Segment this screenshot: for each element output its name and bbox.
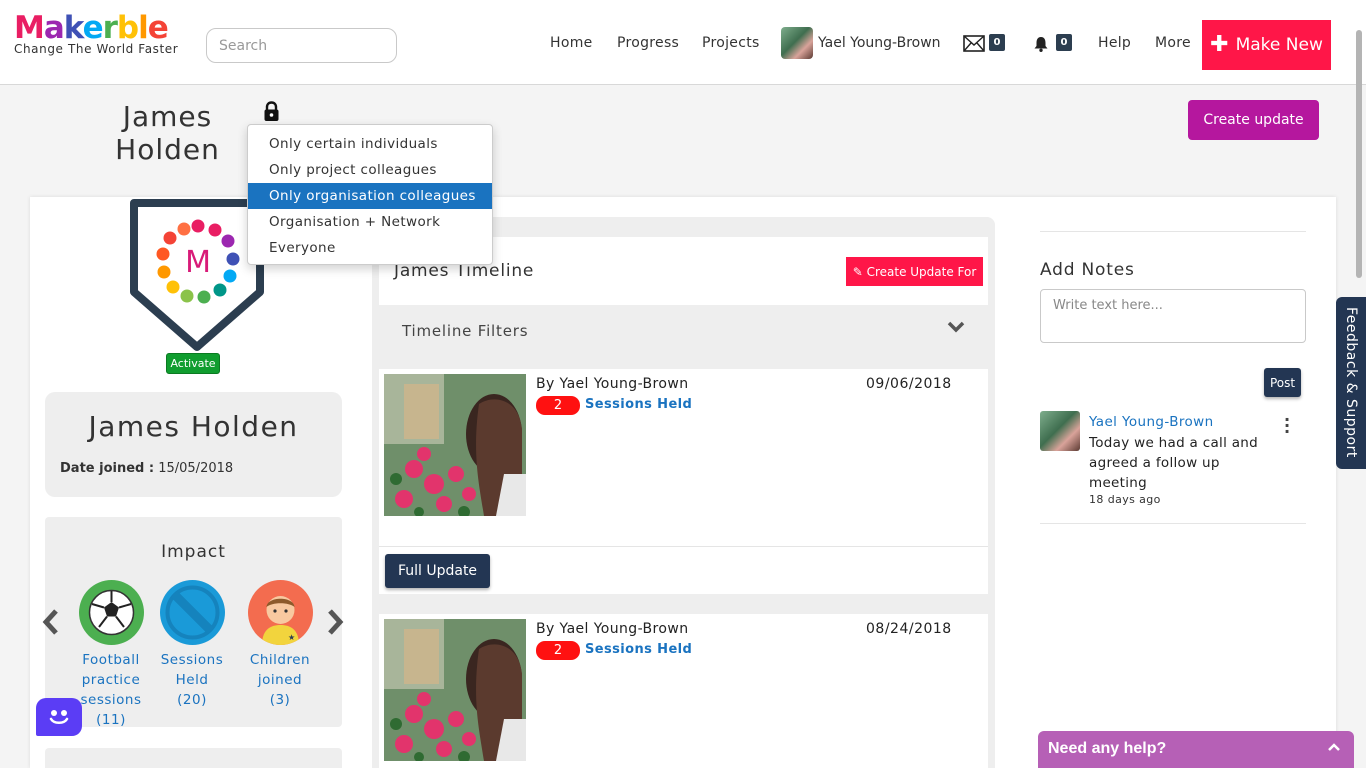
profile-summary-box: James Holden Date joined : 15/05/2018 <box>45 392 342 497</box>
impact-label-children: Children joined (3) <box>235 650 325 710</box>
football-icon <box>78 580 144 645</box>
notes-title: Add Notes <box>1040 260 1135 280</box>
nav-user-name: Yael Young-Brown <box>818 35 941 51</box>
feedback-support-label: Feedback & Support <box>1343 307 1359 458</box>
date-joined: Date joined : 15/05/2018 <box>60 461 233 476</box>
post-author[interactable]: By Yael Young-Brown <box>536 376 688 392</box>
timeline-filters[interactable]: Timeline Filters <box>379 305 988 357</box>
make-new-button[interactable]: ✚ Make New <box>1202 20 1331 70</box>
chatbot-icon[interactable] <box>36 698 82 736</box>
post-divider <box>379 546 988 547</box>
notes-divider <box>1040 231 1306 232</box>
user-avatar <box>781 27 813 59</box>
post-count-badge: 2 <box>536 641 580 660</box>
impact-label-line: (3) <box>269 692 291 708</box>
nav-progress[interactable]: Progress <box>617 35 679 51</box>
timeline-filters-label: Timeline Filters <box>402 322 529 340</box>
privacy-option-certain-individuals[interactable]: Only certain individuals <box>248 131 492 157</box>
note-text: Today we had a call and agreed a follow … <box>1089 435 1259 491</box>
note-author-avatar[interactable] <box>1040 411 1080 451</box>
feedback-support-tab[interactable]: Feedback & Support <box>1336 297 1366 469</box>
note-item: Yael Young-Brown Today we had a call and… <box>1040 411 1306 524</box>
post-tag-link[interactable]: Sessions Held <box>585 642 692 657</box>
note-author[interactable]: Yael Young-Brown <box>1089 414 1214 430</box>
post-date: 08/24/2018 <box>866 621 952 637</box>
full-update-button[interactable]: Full Update <box>385 554 490 588</box>
post-photo[interactable] <box>384 619 526 761</box>
note-timestamp: 18 days ago <box>1089 493 1161 506</box>
nav-more[interactable]: More <box>1155 35 1191 51</box>
page-title-last-name: Holden <box>115 133 220 166</box>
page-title: James Holden <box>105 100 230 166</box>
privacy-dropdown: Only certain individuals Only project co… <box>247 124 493 265</box>
post-tag-link[interactable]: Sessions Held <box>585 397 692 412</box>
timeline-post: By Yael Young-Brown 09/06/2018 2 Session… <box>379 369 988 594</box>
top-navigation-bar: Makerble Change The World Faster Home Pr… <box>0 0 1366 85</box>
privacy-option-organisation-colleagues[interactable]: Only organisation colleagues <box>248 183 492 209</box>
search-input[interactable] <box>206 28 397 63</box>
privacy-option-project-colleagues[interactable]: Only project colleagues <box>248 157 492 183</box>
impact-title: Impact <box>161 542 226 562</box>
help-widget[interactable]: Need any help? <box>1038 731 1354 768</box>
more-options-icon[interactable]: · · · <box>1283 412 1291 440</box>
child-icon: ★ <box>247 580 313 645</box>
impact-label-line: Children <box>249 652 311 668</box>
timeline-post: By Yael Young-Brown 08/24/2018 2 Session… <box>379 614 988 768</box>
create-update-button[interactable]: Create update <box>1188 100 1319 140</box>
impact-label-sessions: Sessions Held (20) <box>147 650 237 710</box>
date-joined-value: 15/05/2018 <box>158 461 234 476</box>
post-photo[interactable] <box>384 374 526 516</box>
activate-button[interactable]: Activate <box>166 353 220 374</box>
date-joined-label: Date joined : <box>60 461 155 476</box>
impact-label-line: joined <box>257 672 303 688</box>
impact-label-line: practice <box>81 672 141 688</box>
impact-box: Impact Football practice sessions (11) S… <box>42 517 345 728</box>
badge-letter: M <box>185 245 211 280</box>
profile-full-name: James Holden <box>88 410 299 443</box>
post-date: 09/06/2018 <box>866 376 952 392</box>
make-new-label: Make New <box>1235 35 1323 55</box>
chevron-up-icon <box>1328 739 1340 756</box>
post-count-badge: 2 <box>536 396 580 415</box>
create-update-for-label: Create Update For <box>866 264 977 279</box>
mail-count-badge: 0 <box>989 34 1005 51</box>
impact-item-children[interactable]: ★ Children joined (3) <box>235 580 325 710</box>
logo-wordmark: Makerble <box>14 10 169 46</box>
chevron-right-icon[interactable] <box>325 608 345 643</box>
impact-label-line: Sessions <box>160 652 224 668</box>
lock-icon[interactable] <box>263 101 280 126</box>
notes-input[interactable] <box>1040 289 1306 343</box>
page-title-first-name: James <box>122 100 213 133</box>
privacy-option-everyone[interactable]: Everyone <box>248 235 492 261</box>
chevron-left-icon[interactable] <box>41 608 61 643</box>
svg-text:★: ★ <box>288 633 295 642</box>
makerble-logo[interactable]: Makerble Change The World Faster <box>14 12 178 56</box>
impact-item-sessions[interactable]: Sessions Held (20) <box>147 580 237 710</box>
logo-tagline: Change The World Faster <box>14 42 179 56</box>
chevron-down-icon <box>947 321 965 333</box>
post-author[interactable]: By Yael Young-Brown <box>536 621 688 637</box>
impact-label-line: Held <box>175 672 209 688</box>
impact-label-line: (20) <box>177 692 207 708</box>
nav-projects[interactable]: Projects <box>702 35 760 51</box>
impact-label-line: Football <box>82 652 140 668</box>
privacy-option-organisation-network[interactable]: Organisation + Network <box>248 209 492 235</box>
help-widget-label: Need any help? <box>1048 740 1167 757</box>
nav-help[interactable]: Help <box>1098 35 1131 51</box>
plus-icon: ✚ <box>1210 32 1229 57</box>
pencil-icon: ✎ <box>852 264 863 279</box>
bell-icon[interactable] <box>1033 36 1049 57</box>
page-scrollbar[interactable] <box>1356 30 1362 278</box>
notification-count-badge: 0 <box>1056 34 1072 51</box>
profile-badge: M <box>128 197 266 356</box>
left-panel-next-box <box>45 748 342 768</box>
create-update-for-button[interactable]: ✎ Create Update For <box>846 257 983 286</box>
post-note-button[interactable]: Post <box>1264 368 1301 397</box>
mail-icon[interactable] <box>963 35 985 57</box>
nav-user-profile[interactable]: Yael Young-Brown <box>781 27 941 59</box>
nav-home[interactable]: Home <box>550 35 593 51</box>
sessions-icon <box>159 580 225 645</box>
